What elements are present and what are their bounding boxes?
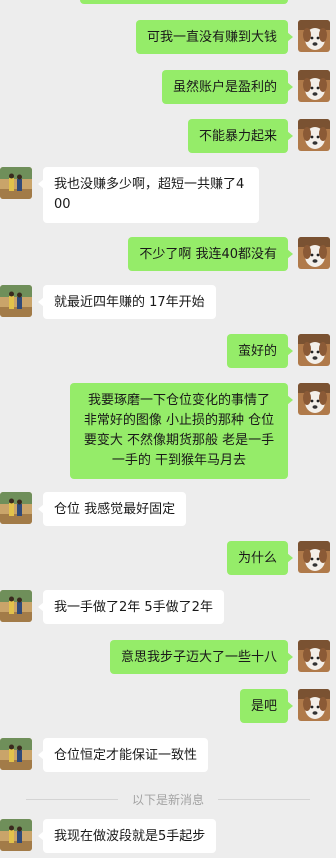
message-bubble-mine[interactable]: 我要琢磨一下仓位变化的事情了 非常好的图像 小止损的那种 仓位要变大 不然像期货… (70, 383, 293, 479)
message-row: 仓位 我感觉最好固定 (0, 492, 336, 526)
partial-message-bubble (80, 0, 288, 4)
message-bubble-mine[interactable]: 是吧 (239, 689, 294, 723)
message-row: 我一手做了2年 5手做了2年 (0, 590, 336, 624)
message-bubble-other[interactable]: 我现在做波段就是5手起步 (37, 819, 217, 853)
dog-avatar-icon[interactable] (298, 541, 330, 573)
message-bubble-mine[interactable]: 不少了啊 我连40都没有 (128, 237, 293, 271)
people-avatar-icon[interactable] (0, 738, 32, 770)
divider-line (25, 798, 118, 800)
dog-avatar-icon[interactable] (298, 119, 330, 151)
message-bubble-other[interactable]: 我一手做了2年 5手做了2年 (38, 590, 224, 624)
people-avatar-icon[interactable] (0, 819, 32, 851)
message-row: 我现在做波段就是5手起步 (0, 819, 336, 853)
message-row: 蛮好的 (0, 334, 336, 368)
message-bubble-other[interactable]: 就最近四年赚的 17年开始 (38, 285, 216, 319)
message-row: 虽然账户是盈利的 (0, 70, 336, 104)
message-row: 仓位恒定才能保证一致性 (0, 738, 336, 772)
message-bubble-mine[interactable]: 虽然账户是盈利的 (161, 70, 294, 104)
message-bubble-mine[interactable]: 为什么 (226, 541, 294, 575)
message-bubble-other[interactable]: 我也没赚多少啊，超短一共赚了400 (38, 167, 259, 223)
new-messages-divider: 以下是新消息 (0, 790, 336, 808)
divider-label: 以下是新消息 (131, 792, 204, 807)
people-avatar-icon[interactable] (0, 590, 32, 622)
message-row: 为什么 (0, 541, 336, 575)
dog-avatar-icon[interactable] (298, 20, 330, 52)
message-bubble-mine[interactable]: 不能暴力起来 (187, 119, 294, 153)
message-row: 是吧 (0, 689, 336, 723)
message-row: 我要琢磨一下仓位变化的事情了 非常好的图像 小止损的那种 仓位要变大 不然像期货… (0, 383, 336, 479)
message-bubble-mine[interactable]: 可我一直没有赚到大钱 (135, 20, 294, 54)
dog-avatar-icon[interactable] (298, 334, 330, 366)
people-avatar-icon[interactable] (0, 492, 32, 524)
dog-avatar-icon[interactable] (298, 237, 330, 269)
people-avatar-icon[interactable] (0, 167, 32, 199)
dog-avatar-icon[interactable] (298, 70, 330, 102)
message-row: 意思我步子迈大了一些十八 (0, 640, 336, 674)
message-row: 我也没赚多少啊，超短一共赚了400 (0, 167, 336, 223)
message-row: 可我一直没有赚到大钱 (0, 20, 336, 54)
dog-avatar-icon[interactable] (298, 689, 330, 721)
divider-line (218, 798, 310, 800)
message-bubble-other[interactable]: 仓位 我感觉最好固定 (37, 492, 187, 526)
message-bubble-mine[interactable]: 意思我步子迈大了一些十八 (109, 640, 294, 674)
message-bubble-mine[interactable]: 蛮好的 (226, 334, 294, 368)
message-row: 就最近四年赚的 17年开始 (0, 285, 336, 319)
message-row: 不少了啊 我连40都没有 (0, 237, 336, 271)
message-bubble-other[interactable]: 仓位恒定才能保证一致性 (37, 738, 209, 772)
dog-avatar-icon[interactable] (298, 640, 330, 672)
message-row: 不能暴力起来 (0, 119, 336, 153)
people-avatar-icon[interactable] (0, 285, 32, 317)
dog-avatar-icon[interactable] (298, 383, 330, 415)
